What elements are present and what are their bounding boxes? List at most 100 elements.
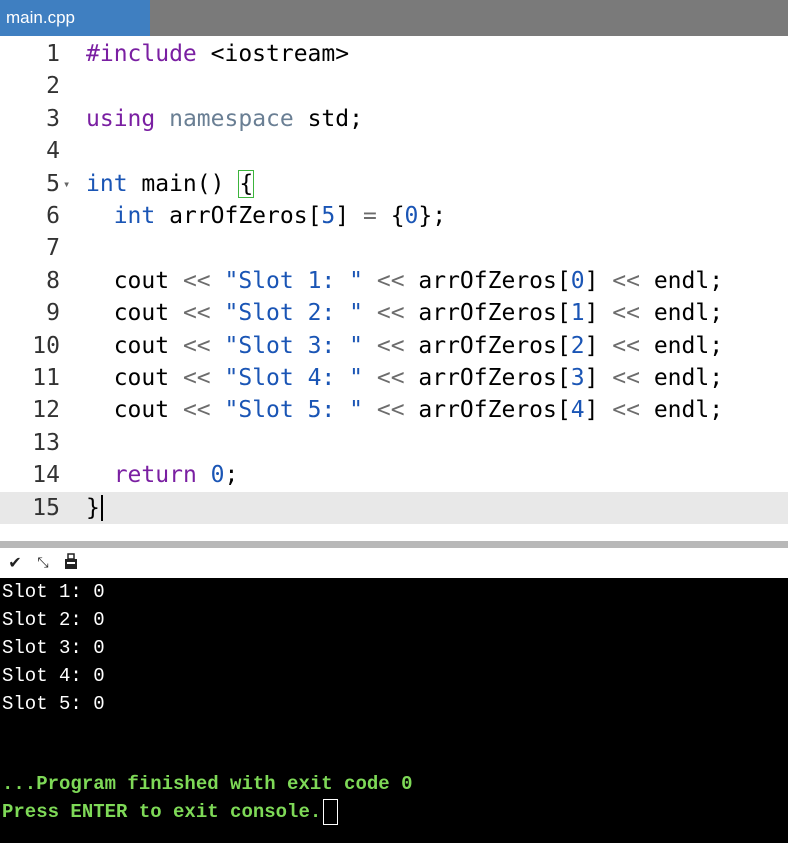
code-line[interactable]: 1 #include <iostream> <box>0 38 788 70</box>
code-text: return 0; <box>86 459 239 491</box>
code-token: }; <box>418 203 447 229</box>
fold-toggle-icon[interactable]: ▾ <box>63 168 70 200</box>
code-token: "Slot 2: " <box>224 300 363 327</box>
code-token: cout <box>86 300 183 327</box>
code-token: ] <box>584 300 613 327</box>
console-line: Slot 1: 0 <box>2 581 105 603</box>
code-token: int <box>113 203 156 229</box>
code-line[interactable]: 3 using namespace std; <box>0 103 788 135</box>
code-token: << <box>376 397 405 424</box>
console-line: Slot 4: 0 <box>2 665 105 687</box>
console-output[interactable]: Slot 1: 0 Slot 2: 0 Slot 3: 0 Slot 4: 0 … <box>0 578 788 843</box>
code-text: cout << "Slot 3: " << arrOfZeros[2] << e… <box>86 330 723 362</box>
code-token: { <box>376 203 405 229</box>
code-line[interactable]: 6 int arrOfZeros[5] = {0}; <box>0 200 788 232</box>
code-token: endl; <box>639 300 724 327</box>
code-line[interactable]: 10 cout << "Slot 3: " << arrOfZeros[2] <… <box>0 330 788 362</box>
code-line[interactable]: 11 cout << "Slot 4: " << arrOfZeros[3] <… <box>0 362 788 394</box>
code-token: << <box>612 365 640 391</box>
code-token: 1 <box>570 300 585 327</box>
code-token: "Slot 3: " <box>224 332 363 359</box>
line-number: 11 <box>32 365 60 391</box>
code-token: << <box>612 397 640 424</box>
line-number: 4 <box>46 138 60 165</box>
line-number: 15 <box>32 494 60 521</box>
code-token: << <box>182 332 211 359</box>
code-editor[interactable]: 1 #include <iostream> 2 3 using namespace st… <box>0 36 788 541</box>
code-token: ] <box>335 203 363 229</box>
code-line[interactable]: 4 <box>0 135 788 167</box>
code-token: << <box>612 300 640 327</box>
code-token: arrOfZeros[ <box>404 397 571 424</box>
code-token: 3 <box>570 365 585 391</box>
code-text: #include <iostream> <box>86 38 349 70</box>
code-text: cout << "Slot 5: " << arrOfZeros[4] << e… <box>86 394 723 426</box>
code-line[interactable]: 2 <box>0 70 788 102</box>
console-cursor <box>323 798 339 825</box>
code-token: int <box>86 170 128 197</box>
chevron-down-icon[interactable]: ✔ <box>4 552 26 574</box>
tab-main-cpp[interactable]: main.cpp <box>0 0 150 36</box>
exit-status-text: ...Program finished with exit code 0 <box>2 773 413 795</box>
code-token: arrOfZeros[ <box>404 365 571 391</box>
line-number: 5 <box>46 170 60 197</box>
code-token: std; <box>293 105 363 132</box>
code-token: endl; <box>639 332 724 359</box>
line-number: 14 <box>32 462 60 489</box>
minimize-arrows-icon[interactable]: ⤡ <box>32 552 54 574</box>
code-token: << <box>376 365 405 391</box>
line-number: 9 <box>46 300 60 327</box>
console-line: Slot 5: 0 <box>2 693 105 715</box>
code-token: << <box>376 267 405 294</box>
code-text: } <box>86 492 103 524</box>
code-line[interactable]: 7 <box>0 232 788 264</box>
code-token: 0 <box>570 267 585 294</box>
code-token: ] <box>584 365 613 391</box>
code-token: "Slot 4: " <box>224 365 363 391</box>
code-line[interactable]: 8 cout << "Slot 1: " << arrOfZeros[0] <<… <box>0 265 788 297</box>
code-text: cout << "Slot 2: " << arrOfZeros[1] << e… <box>86 297 723 329</box>
line-number: 8 <box>46 267 60 294</box>
code-line[interactable]: 14 return 0; <box>0 459 788 491</box>
code-token: endl; <box>639 267 724 294</box>
code-token: namespace <box>169 105 294 132</box>
code-token: 5 <box>321 203 336 229</box>
code-token: #include <box>86 41 197 67</box>
line-number: 1 <box>46 41 60 67</box>
code-line[interactable]: 5 ▾ int main() { <box>0 168 788 200</box>
code-token: ; <box>224 462 239 489</box>
code-token: arrOfZeros[ <box>404 300 571 327</box>
code-text: cout << "Slot 1: " << arrOfZeros[0] << e… <box>86 265 723 297</box>
clear-console-icon[interactable] <box>60 552 82 574</box>
code-line[interactable]: 12 cout << "Slot 5: " << arrOfZeros[4] <… <box>0 394 788 426</box>
panel-splitter[interactable] <box>0 541 788 548</box>
exit-prompt: Press ENTER to exit console. <box>2 798 339 826</box>
code-token: << <box>182 300 211 327</box>
code-token: cout <box>86 332 183 359</box>
code-token: << <box>612 267 640 294</box>
code-token: arrOfZeros[ <box>404 267 571 294</box>
code-line[interactable]: 9 cout << "Slot 2: " << arrOfZeros[1] <<… <box>0 297 788 329</box>
code-line[interactable]: 15} <box>0 491 788 524</box>
code-token: cout <box>86 267 183 294</box>
code-token: << <box>182 397 211 424</box>
line-number: 6 <box>46 203 60 229</box>
code-token: << <box>182 365 211 391</box>
code-line[interactable]: 13 <box>0 427 788 459</box>
code-token: ] <box>584 397 613 424</box>
code-token: using <box>86 105 156 132</box>
code-token: << <box>376 332 405 359</box>
code-token: arrOfZeros[ <box>404 332 571 359</box>
code-text: int arrOfZeros[5] = {0}; <box>86 200 446 232</box>
line-number: 3 <box>46 105 60 132</box>
